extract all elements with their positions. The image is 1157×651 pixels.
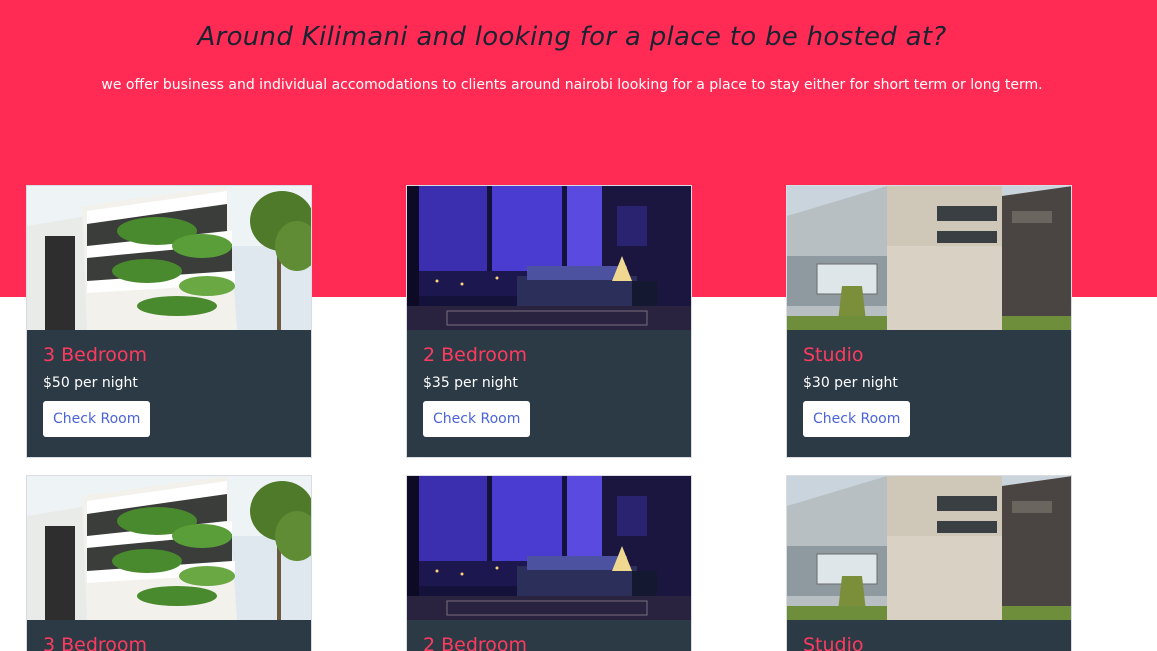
building-photo xyxy=(27,186,311,330)
check-room-button[interactable]: Check Room xyxy=(803,401,911,437)
room-title: 3 Bedroom xyxy=(43,634,148,651)
room-card: 3 Bedroom xyxy=(26,475,312,651)
room-title: 2 Bedroom xyxy=(423,634,528,651)
room-card: 2 Bedroom xyxy=(406,475,692,651)
building-photo xyxy=(27,476,311,620)
townhouse-photo xyxy=(787,186,1071,330)
room-price: $50 per night xyxy=(43,375,138,391)
night-bedroom-photo xyxy=(407,186,691,330)
room-price: $30 per night xyxy=(803,375,898,391)
check-room-button[interactable]: Check Room xyxy=(43,401,151,437)
room-title: Studio xyxy=(803,634,864,651)
night-bedroom-photo xyxy=(407,476,691,620)
room-card: 2 Bedroom $35 per night Check Room xyxy=(406,185,692,458)
hero-title: Around Kilimani and looking for a place … xyxy=(197,22,947,52)
hero-subtitle: we offer business and individual accomod… xyxy=(101,77,1043,93)
room-title: 3 Bedroom xyxy=(43,344,148,366)
room-title: 2 Bedroom xyxy=(423,344,528,366)
townhouse-photo xyxy=(787,476,1071,620)
check-room-button[interactable]: Check Room xyxy=(423,401,531,437)
room-price: $35 per night xyxy=(423,375,518,391)
room-card: Studio $30 per night Check Room xyxy=(786,185,1072,458)
room-card: Studio xyxy=(786,475,1072,651)
room-title: Studio xyxy=(803,344,864,366)
room-card: 3 Bedroom $50 per night Check Room xyxy=(26,185,312,458)
